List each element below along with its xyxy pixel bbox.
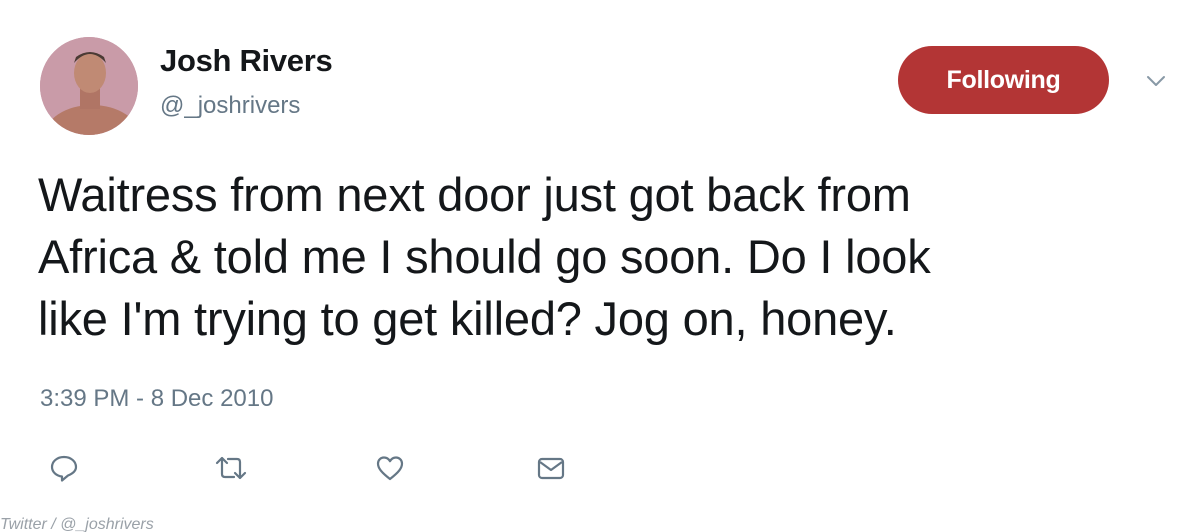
profile-photo-icon <box>40 37 138 135</box>
tweet-text: Waitress from next door just got back fr… <box>38 168 931 345</box>
chevron-down-icon[interactable] <box>1145 70 1167 92</box>
envelope-icon[interactable] <box>533 450 569 486</box>
heart-icon[interactable] <box>372 450 408 486</box>
reply-icon[interactable] <box>46 450 82 486</box>
avatar[interactable] <box>40 37 138 135</box>
tweet-card: Josh Rivers @_joshrivers Following Waitr… <box>0 0 1178 532</box>
retweet-icon[interactable] <box>213 450 249 486</box>
user-handle[interactable]: @_joshrivers <box>160 92 300 120</box>
display-name[interactable]: Josh Rivers <box>160 43 333 79</box>
image-caption: Twitter / @_joshrivers <box>0 516 154 532</box>
following-button[interactable]: Following <box>898 46 1109 114</box>
tweet-actions <box>0 450 1178 490</box>
tweet-timestamp[interactable]: 3:39 PM - 8 Dec 2010 <box>40 385 273 413</box>
